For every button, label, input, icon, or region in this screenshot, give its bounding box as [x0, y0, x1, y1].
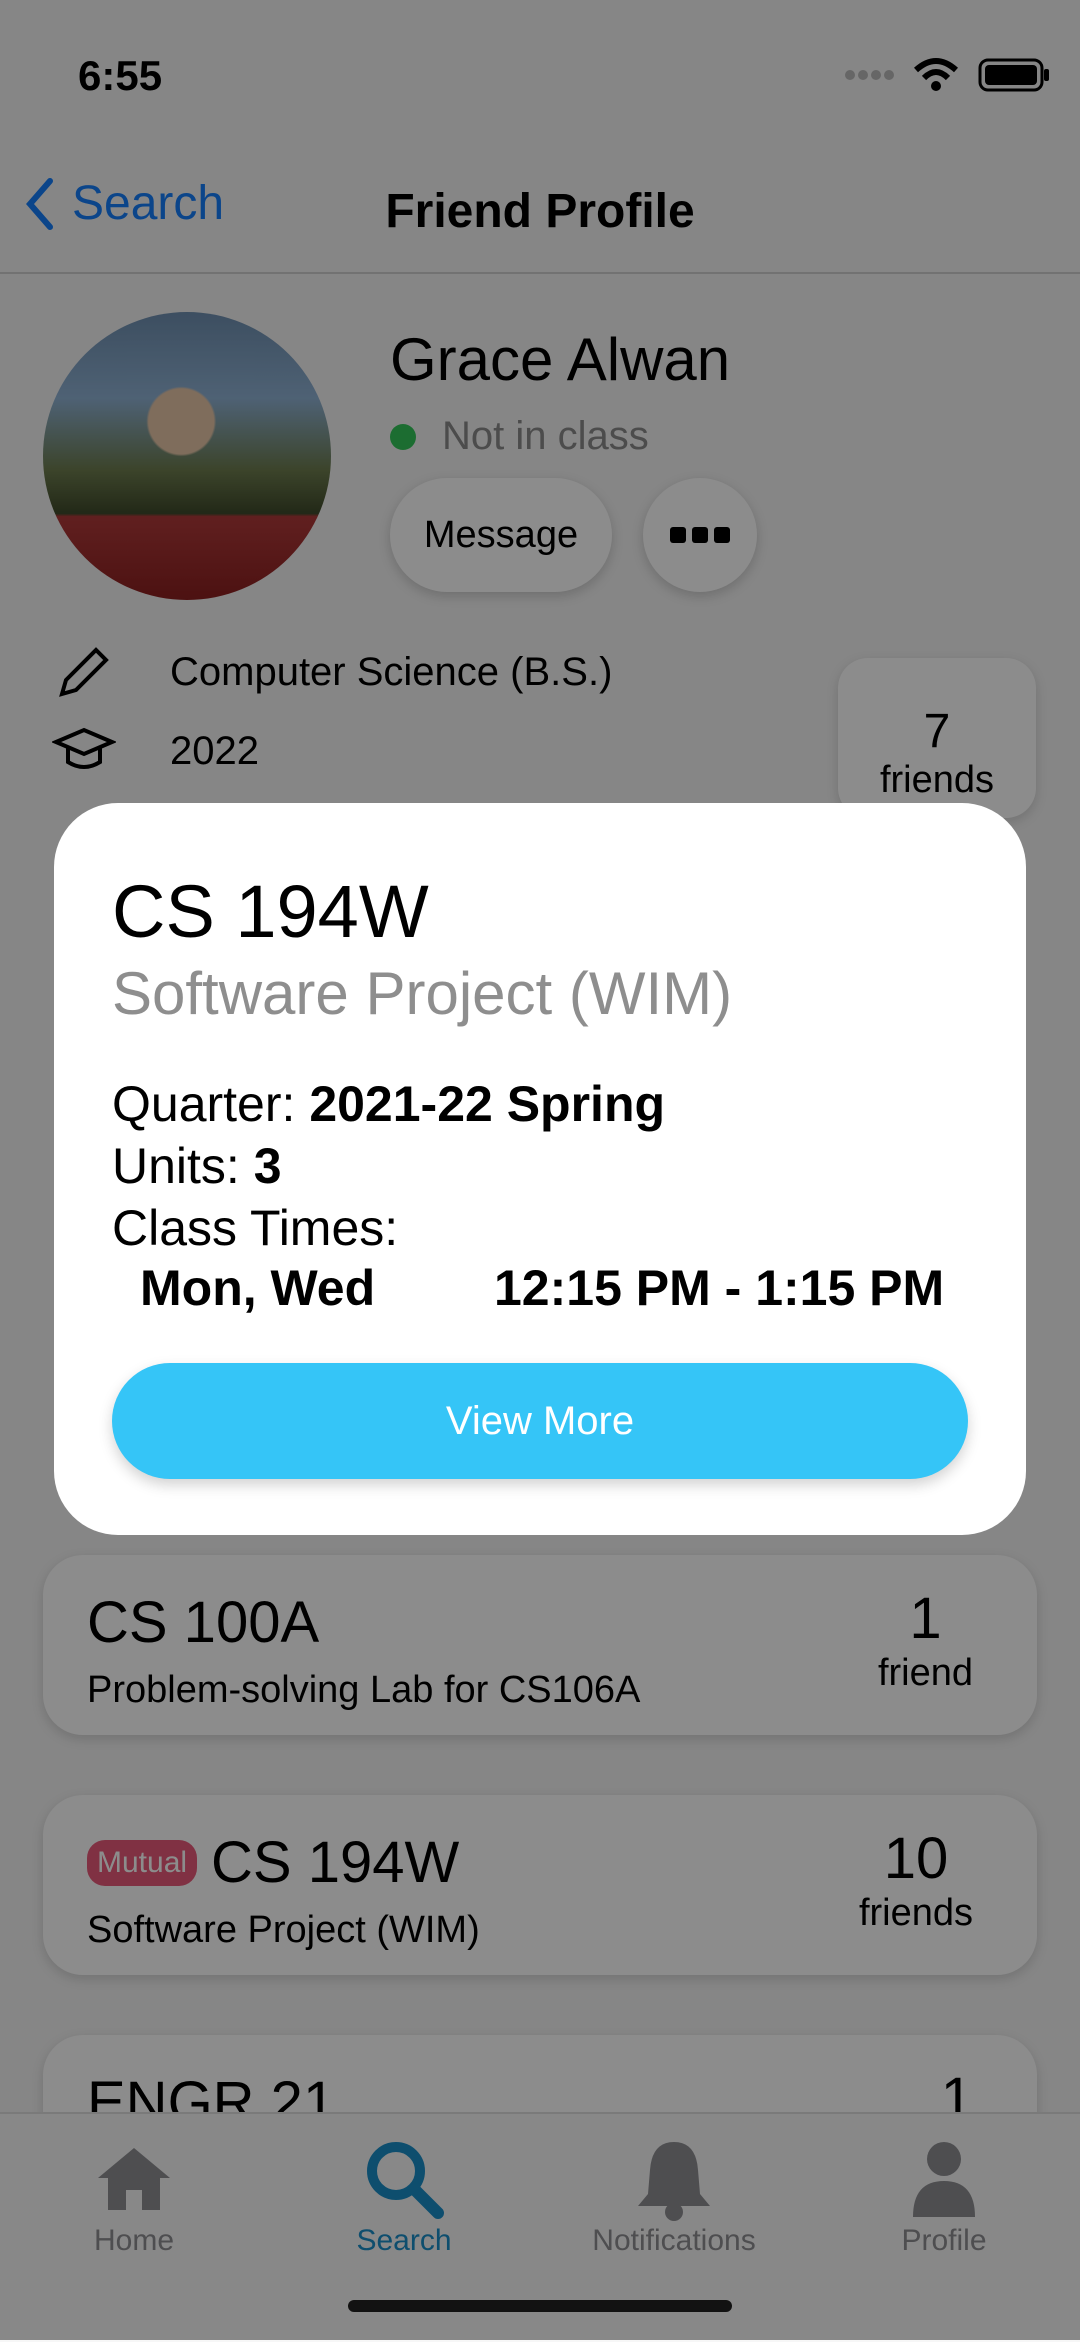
- view-more-button[interactable]: View More: [112, 1363, 968, 1479]
- friend-profile-screen: 6:55 Search Friend Profile Grace Alwan N…: [0, 0, 1080, 2342]
- modal-course-name: Software Project (WIM): [112, 960, 733, 1027]
- modal-course-code: CS 194W: [112, 870, 429, 953]
- class-days: Mon, Wed: [140, 1260, 376, 1316]
- units-value: 3: [253, 1138, 282, 1194]
- class-times-label: Class Times:: [112, 1200, 399, 1256]
- units-label: Units:: [112, 1138, 240, 1194]
- quarter-row: Quarter: 2021-22 Spring: [112, 1075, 665, 1133]
- quarter-value: 2021-22 Spring: [309, 1076, 666, 1132]
- course-detail-modal: CS 194W Software Project (WIM) Quarter: …: [54, 803, 1026, 1535]
- units-row: Units: 3: [112, 1137, 282, 1195]
- class-time: 12:15 PM - 1:15 PM: [494, 1260, 945, 1316]
- quarter-label: Quarter:: [112, 1076, 296, 1132]
